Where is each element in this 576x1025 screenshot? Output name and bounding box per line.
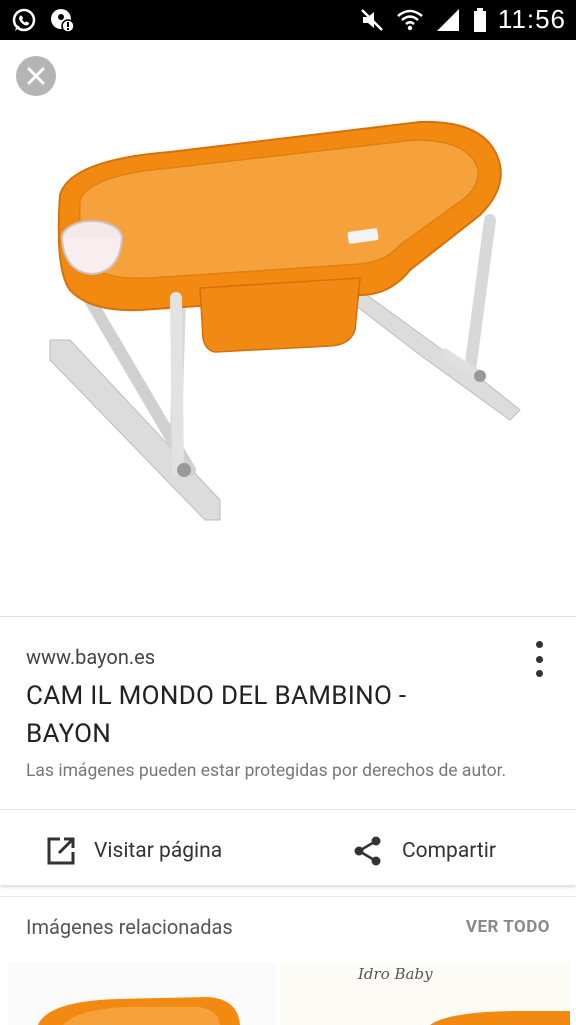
- more-options-button[interactable]: [530, 641, 548, 677]
- related-image-thumb[interactable]: Idro Baby: [280, 963, 570, 1025]
- battery-icon: [472, 6, 488, 34]
- share-button[interactable]: Compartir: [352, 823, 496, 879]
- wifi-icon: [396, 6, 424, 34]
- related-image-thumb[interactable]: [8, 963, 276, 1025]
- app-notification-icon: [48, 6, 76, 34]
- open-in-new-icon: [47, 837, 75, 865]
- bath-tub-image: [49, 120, 521, 521]
- copyright-notice: Las imágenes pueden estar protegidas por…: [26, 761, 507, 781]
- related-tub-image: [38, 997, 240, 1025]
- image-viewer[interactable]: [0, 40, 576, 616]
- see-all-button[interactable]: VER TODO: [466, 917, 550, 937]
- share-icon: [354, 836, 381, 866]
- close-button[interactable]: [16, 56, 56, 96]
- visit-page-label: Visitar página: [94, 839, 223, 863]
- result-title[interactable]: CAM IL MONDO DEL BAMBINO - BAYON: [26, 677, 496, 753]
- source-url[interactable]: www.bayon.es: [26, 645, 155, 669]
- status-bar: 11:56: [0, 0, 576, 40]
- close-icon: [27, 67, 45, 85]
- mute-icon: [358, 6, 386, 34]
- signal-icon: [434, 6, 462, 34]
- share-label: Compartir: [402, 839, 496, 863]
- related-images-title: Imágenes relacionadas: [26, 915, 233, 939]
- whatsapp-icon: [10, 6, 38, 34]
- visit-page-button[interactable]: Visitar página: [46, 823, 222, 879]
- result-card: www.bayon.es CAM IL MONDO DEL BAMBINO - …: [0, 616, 576, 885]
- divider: [0, 809, 576, 810]
- related-images-section: Imágenes relacionadas VER TODO Idro Baby: [0, 896, 576, 1025]
- related-tub-image-2: [430, 1011, 570, 1025]
- clock: 11:56: [497, 4, 566, 34]
- more-vert-icon: [535, 641, 543, 648]
